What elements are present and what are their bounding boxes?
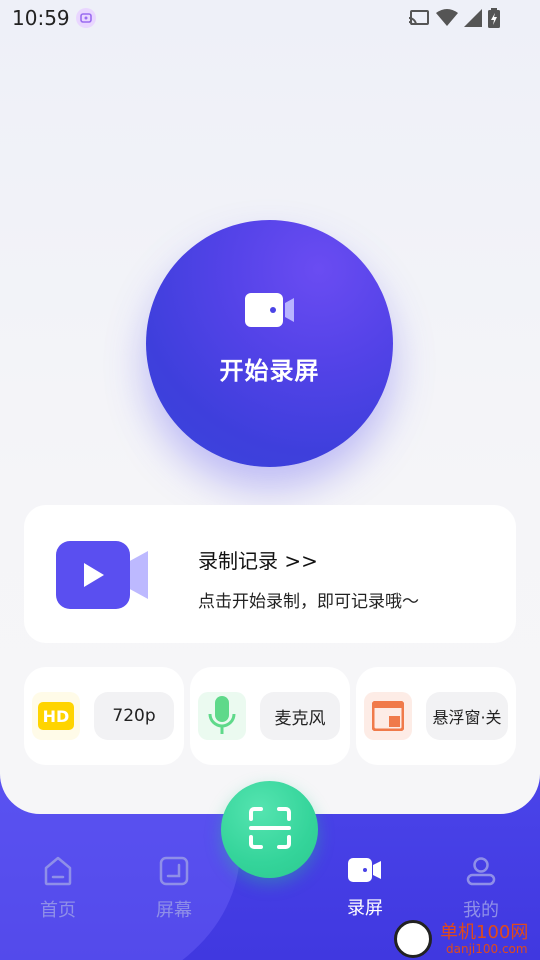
nav-record-label: 录屏 xyxy=(347,898,383,919)
hd-icon: HD xyxy=(32,692,80,740)
recording-history-card[interactable]: 录制记录 >> 点击开始录制，即可记录哦～ xyxy=(24,505,516,643)
battery-icon xyxy=(488,8,500,28)
floating-window-icon xyxy=(364,692,412,740)
watermark-logo-icon xyxy=(394,920,432,958)
nav-screen-label: 屏幕 xyxy=(156,900,192,921)
start-recording-button[interactable]: 开始录屏 xyxy=(146,220,393,467)
nav-home[interactable]: 首页 xyxy=(18,856,98,922)
scan-button[interactable] xyxy=(221,781,318,878)
cast-icon xyxy=(408,9,430,27)
user-icon xyxy=(466,856,496,890)
svg-text:HD: HD xyxy=(43,707,70,726)
watermark: 单机100网 danji100.com xyxy=(394,916,534,960)
nav-home-label: 首页 xyxy=(40,900,76,921)
microphone-value[interactable]: 麦克风 xyxy=(260,692,340,740)
resolution-option[interactable]: HD 720p xyxy=(24,667,184,765)
floating-window-value[interactable]: 悬浮窗·关 xyxy=(426,692,508,740)
main-panel: 10:59 开始录屏 录制记录 >> 点击开始录制，即可记录哦～ HD 720p… xyxy=(0,0,540,814)
watermark-url: danji100.com xyxy=(446,942,528,956)
video-camera-icon xyxy=(348,856,382,888)
status-time: 10:59 xyxy=(12,6,70,30)
start-recording-label: 开始录屏 xyxy=(219,357,320,385)
floating-window-option[interactable]: 悬浮窗·关 xyxy=(356,667,516,765)
watermark-title: 单机100网 xyxy=(440,922,529,943)
nav-profile[interactable]: 我的 xyxy=(441,856,521,922)
wifi-icon xyxy=(436,9,458,27)
recording-history-title[interactable]: 录制记录 >> xyxy=(198,545,318,574)
resolution-value[interactable]: 720p xyxy=(94,692,174,740)
video-camera-icon xyxy=(244,291,295,335)
scan-icon xyxy=(248,806,291,853)
recording-history-subtitle: 点击开始录制，即可记录哦～ xyxy=(198,592,419,612)
nav-screen[interactable]: 屏幕 xyxy=(134,856,214,922)
screen-icon xyxy=(159,856,189,890)
signal-icon xyxy=(464,9,482,27)
nav-record[interactable]: 录屏 xyxy=(325,856,405,920)
status-bar: 10:59 xyxy=(0,0,540,36)
notification-icon xyxy=(76,8,96,28)
home-icon xyxy=(43,856,73,890)
status-icons xyxy=(408,8,500,28)
microphone-icon xyxy=(198,692,246,740)
play-video-icon xyxy=(56,539,152,615)
microphone-option[interactable]: 麦克风 xyxy=(190,667,350,765)
